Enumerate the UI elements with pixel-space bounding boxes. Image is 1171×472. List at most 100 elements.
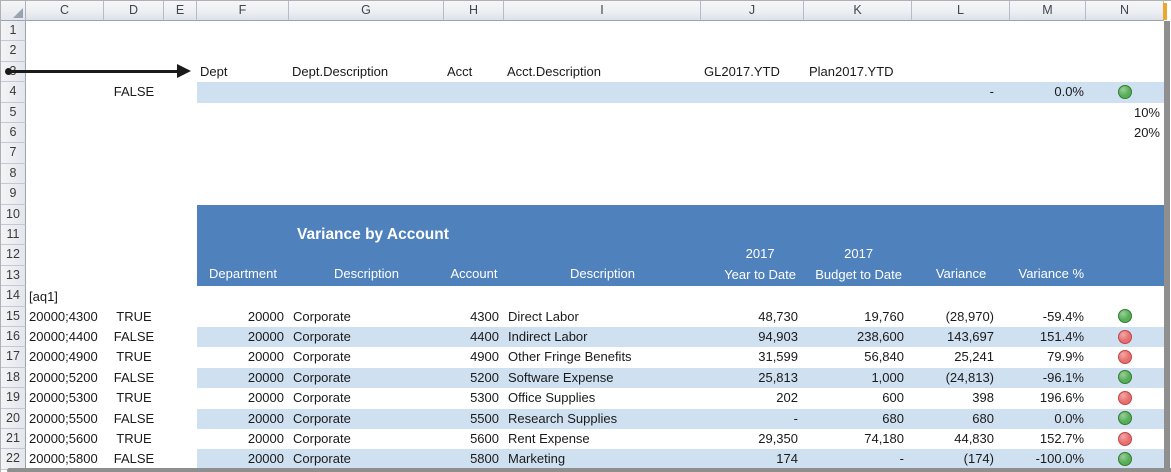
cell-dept[interactable]: 20000 <box>197 388 284 408</box>
cell-flag[interactable]: TRUE <box>104 388 164 408</box>
cell-flag[interactable]: TRUE <box>104 429 164 449</box>
cell-ytd[interactable]: 29,350 <box>701 429 798 449</box>
cell-acct-field[interactable]: Acct <box>447 62 472 82</box>
cell-ytd[interactable]: 94,903 <box>701 327 798 347</box>
cell-threshold-high[interactable]: 20% <box>1086 123 1160 143</box>
cell-budget[interactable]: 238,600 <box>804 327 904 347</box>
col-label-variance[interactable]: Variance <box>912 264 1010 285</box>
cell-dept-field[interactable]: Dept <box>200 62 227 82</box>
cell-variance-pct[interactable]: 79.9% <box>1010 347 1084 367</box>
row-header[interactable]: 11 <box>1 225 26 245</box>
cell-key[interactable]: 20000;5300 <box>29 388 98 408</box>
cell-dept[interactable]: 20000 <box>197 347 284 367</box>
col-label-year-to-date[interactable]: 2017Year to Date <box>701 244 796 285</box>
row-header[interactable]: 8 <box>1 164 26 184</box>
cell-key[interactable]: 20000;5500 <box>29 409 98 429</box>
cell-acct[interactable]: 5500 <box>444 409 499 429</box>
column-header[interactable]: E <box>164 1 197 21</box>
row-header[interactable]: 12 <box>1 245 26 265</box>
cell-plan2017-ytd-field[interactable]: Plan2017.YTD <box>809 62 894 82</box>
cell-key[interactable]: 20000;4300 <box>29 307 98 327</box>
column-header[interactable]: N <box>1086 1 1164 21</box>
row-header[interactable]: 2 <box>1 41 26 61</box>
cell-budget[interactable]: 1,000 <box>804 368 904 388</box>
cell-acct[interactable]: 4900 <box>444 347 499 367</box>
cell-ytd[interactable]: - <box>701 409 798 429</box>
cell-variance[interactable]: 143,697 <box>912 327 994 347</box>
cell-variance[interactable]: (28,970) <box>912 307 994 327</box>
cell-dept[interactable]: 20000 <box>197 368 284 388</box>
cell-acct-desc[interactable]: Marketing <box>508 449 565 469</box>
cell-flag[interactable]: FALSE <box>104 327 164 347</box>
cell-variance-pct[interactable]: -59.4% <box>1010 307 1084 327</box>
cell-variance[interactable]: (174) <box>912 449 994 469</box>
cell-flag[interactable]: TRUE <box>104 347 164 367</box>
cell-acct[interactable]: 5300 <box>444 388 499 408</box>
column-header[interactable]: F <box>197 1 289 21</box>
cell-acct-desc[interactable]: Office Supplies <box>508 388 595 408</box>
cell-dept-description-field[interactable]: Dept.Description <box>292 62 388 82</box>
col-label-budget-to-date[interactable]: 2017Budget to Date <box>804 244 902 285</box>
cell-variance[interactable]: 680 <box>912 409 994 429</box>
col-label-variance-pct[interactable]: Variance % <box>1010 264 1084 285</box>
cell-variance-pct[interactable]: -96.1% <box>1010 368 1084 388</box>
cell-dept-desc[interactable]: Corporate <box>293 347 351 367</box>
cell-dept[interactable]: 20000 <box>197 409 284 429</box>
row-header[interactable]: 13 <box>1 266 26 286</box>
column-header[interactable]: I <box>504 1 701 21</box>
cell-acct-desc[interactable]: Other Fringe Benefits <box>508 347 632 367</box>
row-header[interactable]: 1 <box>1 21 26 41</box>
cell-gl2017-ytd-field[interactable]: GL2017.YTD <box>704 62 780 82</box>
cell-dept-desc[interactable]: Corporate <box>293 327 351 347</box>
cell-variance[interactable]: 25,241 <box>912 347 994 367</box>
cell-query-label[interactable]: [aq1] <box>29 287 58 307</box>
col-label-department[interactable]: Department <box>197 264 289 285</box>
cell-dept-desc[interactable]: Corporate <box>293 449 351 469</box>
cell-ytd[interactable]: 25,813 <box>701 368 798 388</box>
cell-filter-variance[interactable]: - <box>912 82 994 102</box>
cell-variance-pct[interactable]: 152.7% <box>1010 429 1084 449</box>
cell-flag[interactable]: FALSE <box>104 449 164 469</box>
cell-acct[interactable]: 5600 <box>444 429 499 449</box>
column-header[interactable]: D <box>104 1 164 21</box>
cell-variance[interactable]: (24,813) <box>912 368 994 388</box>
cell-key[interactable]: 20000;4400 <box>29 327 98 347</box>
cell-flag[interactable]: TRUE <box>104 307 164 327</box>
column-header[interactable]: M <box>1010 1 1086 21</box>
cell-acct-desc[interactable]: Software Expense <box>508 368 614 388</box>
cell-budget[interactable]: 600 <box>804 388 904 408</box>
row-header[interactable]: 7 <box>1 143 26 163</box>
cell-budget[interactable]: 680 <box>804 409 904 429</box>
cell-ytd[interactable]: 202 <box>701 388 798 408</box>
cell-budget[interactable]: 56,840 <box>804 347 904 367</box>
cell-variance[interactable]: 44,830 <box>912 429 994 449</box>
cell-acct[interactable]: 5800 <box>444 449 499 469</box>
col-label-account[interactable]: Account <box>444 264 504 285</box>
row-header[interactable]: 10 <box>1 205 26 225</box>
cell-key[interactable]: 20000;5200 <box>29 368 98 388</box>
cell-ytd[interactable]: 174 <box>701 449 798 469</box>
cell-key[interactable]: 20000;5600 <box>29 429 98 449</box>
cell-key[interactable]: 20000;5800 <box>29 449 98 469</box>
cell-acct[interactable]: 5200 <box>444 368 499 388</box>
column-header[interactable]: C <box>26 1 104 21</box>
cell-dept[interactable]: 20000 <box>197 429 284 449</box>
cell-dept[interactable]: 20000 <box>197 307 284 327</box>
cell-filter-flag[interactable]: FALSE <box>104 82 164 102</box>
cell-acct-desc[interactable]: Research Supplies <box>508 409 617 429</box>
column-header[interactable]: G <box>289 1 444 21</box>
cell-budget[interactable]: 19,760 <box>804 307 904 327</box>
col-label-acct-description[interactable]: Description <box>504 264 701 285</box>
cell-variance-pct[interactable]: 0.0% <box>1010 409 1084 429</box>
cell-acct-desc[interactable]: Indirect Labor <box>508 327 588 347</box>
column-header[interactable]: H <box>444 1 504 21</box>
cell-acct-desc[interactable]: Direct Labor <box>508 307 579 327</box>
cell-acct[interactable]: 4300 <box>444 307 499 327</box>
cell-variance-pct[interactable]: 196.6% <box>1010 388 1084 408</box>
cell-budget[interactable]: - <box>804 449 904 469</box>
cell-variance[interactable]: 398 <box>912 388 994 408</box>
cell-dept-desc[interactable]: Corporate <box>293 409 351 429</box>
cell-dept-desc[interactable]: Corporate <box>293 368 351 388</box>
row-header[interactable]: 9 <box>1 184 26 204</box>
cell-variance-pct[interactable]: -100.0% <box>1010 449 1084 469</box>
